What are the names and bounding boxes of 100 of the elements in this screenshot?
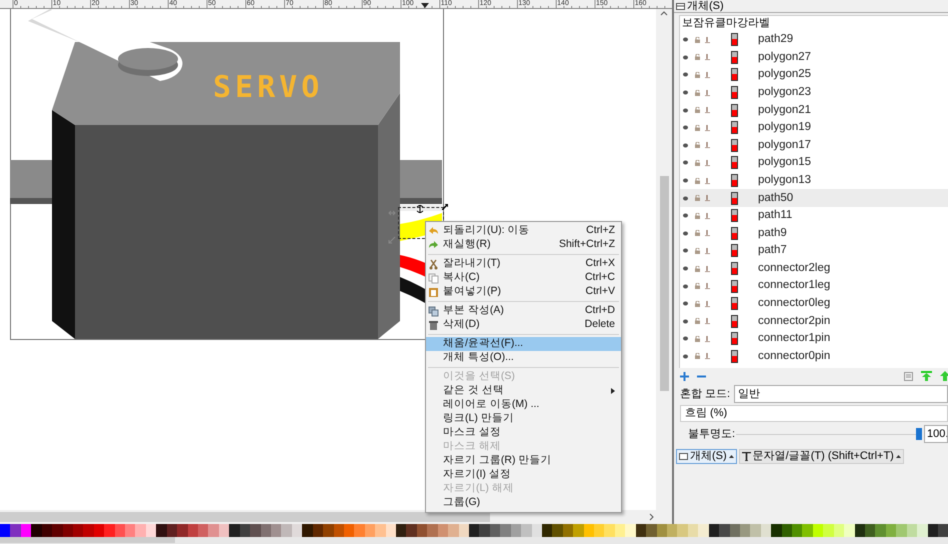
object-row[interactable]: polygon21 bbox=[680, 101, 948, 119]
object-row[interactable]: polygon19 bbox=[680, 118, 948, 137]
object-row[interactable]: polygon25 bbox=[680, 66, 948, 84]
object-row[interactable]: path9 bbox=[680, 224, 948, 242]
shortcut-text: Ctrl+V bbox=[586, 284, 615, 300]
copy-icon bbox=[428, 272, 439, 284]
layer-thumbnail-icon bbox=[731, 156, 738, 170]
object-row[interactable]: connector0pin bbox=[680, 348, 948, 366]
menu-item[interactable]: 되돌리기(U): 이동 Ctrl+Z bbox=[426, 224, 621, 238]
menu-item[interactable]: 자르기(I) 설정 bbox=[426, 468, 621, 482]
menu-item-label: 링크(L) 만들기 bbox=[443, 411, 515, 426]
dock-tab[interactable]: 개체(S) bbox=[676, 448, 737, 464]
layer-thumbnail-icon bbox=[731, 332, 738, 346]
blend-mode-dropdown[interactable]: 일반 bbox=[734, 385, 948, 403]
column-header: 라벨 bbox=[748, 18, 771, 29]
object-row[interactable]: path50 bbox=[680, 189, 948, 207]
scroll-right-icon[interactable] bbox=[649, 513, 654, 521]
menu-item[interactable]: 채움/윤곽선(F)... bbox=[426, 337, 621, 351]
menu-item[interactable]: 그룹(G) bbox=[426, 496, 621, 510]
panel-icon bbox=[676, 2, 685, 10]
layer-thumbnail-icon bbox=[731, 280, 738, 293]
layer-thumbnail-icon bbox=[731, 50, 738, 64]
object-row[interactable]: connector1pin bbox=[680, 330, 948, 348]
menu-item[interactable]: 부본 작성(A) Ctrl+D bbox=[426, 304, 621, 318]
scale-handle-icon[interactable] bbox=[442, 204, 448, 210]
menu-item-label: 자르기(L) 해제 bbox=[443, 481, 515, 496]
scroll-up-icon[interactable] bbox=[660, 11, 668, 16]
object-row[interactable]: polygon15 bbox=[680, 154, 948, 172]
layer-thumbnail-icon bbox=[731, 192, 738, 205]
layer-thumbnail-icon bbox=[731, 314, 738, 328]
rotate-handle-icon[interactable] bbox=[388, 209, 396, 217]
menu-item[interactable]: 재실행(R) Shift+Ctrl+Z bbox=[426, 238, 621, 252]
dock-tab[interactable]: 문자열/글꼴(T) (Shift+Ctrl+T) bbox=[738, 448, 904, 464]
field-label: 혼합 모드: bbox=[680, 386, 730, 402]
object-row[interactable]: path29 bbox=[680, 31, 948, 49]
menu-item-label: 같은 것 선택 bbox=[443, 383, 505, 398]
trash-icon bbox=[428, 320, 439, 330]
menu-item[interactable]: 붙여넣기(P) Ctrl+V bbox=[426, 285, 621, 299]
shortcut-text: Ctrl+D bbox=[584, 303, 615, 318]
shortcut-text: Ctrl+C bbox=[584, 270, 615, 286]
layer-thumbnail-icon bbox=[731, 138, 738, 152]
menu-item[interactable]: 삭제(D) Delete bbox=[426, 318, 621, 332]
column-header: 클 bbox=[715, 18, 726, 29]
object-label: polygon13 bbox=[758, 172, 812, 188]
object-row[interactable]: polygon23 bbox=[680, 84, 948, 102]
object-row[interactable]: connector2leg bbox=[680, 260, 948, 278]
menu-item[interactable]: 잘라내기(T) Ctrl+X bbox=[426, 257, 621, 271]
layer-thumbnail-icon bbox=[731, 174, 738, 188]
menu-item-label: 붙여넣기(P) bbox=[443, 284, 502, 300]
object-label: path50 bbox=[758, 190, 794, 206]
menu-item[interactable]: 마스크 설정 bbox=[426, 426, 621, 440]
object-label: polygon17 bbox=[758, 138, 812, 153]
slider-thumb[interactable] bbox=[916, 428, 922, 440]
servo-label: SERVO bbox=[213, 73, 324, 103]
opacity-field[interactable]: 100. bbox=[924, 425, 948, 443]
opacity-slider[interactable] bbox=[736, 428, 922, 440]
scrollbar-thumb[interactable] bbox=[0, 512, 490, 522]
object-label: polygon15 bbox=[758, 155, 812, 170]
menu-item[interactable]: 자르기 그룹(R) 만들기 bbox=[426, 454, 621, 468]
document-icon[interactable] bbox=[904, 372, 913, 380]
object-label: polygon21 bbox=[758, 102, 812, 118]
rotate-handle-icon[interactable] bbox=[388, 236, 396, 244]
color-palette[interactable] bbox=[0, 524, 948, 537]
raise-icon[interactable] bbox=[940, 371, 948, 381]
menu-item[interactable]: 개체 특성(O)... bbox=[426, 351, 621, 365]
scale-handle-icon[interactable] bbox=[416, 205, 424, 213]
undo-icon bbox=[428, 226, 439, 236]
menu-item[interactable]: 같은 것 선택 bbox=[426, 384, 621, 398]
object-label: polygon23 bbox=[758, 84, 812, 100]
menu-item[interactable]: 복사(C) Ctrl+C bbox=[426, 271, 621, 285]
add-icon[interactable] bbox=[680, 372, 689, 380]
scrollbar-thumb[interactable] bbox=[660, 176, 668, 391]
menu-item[interactable]: 레이어로 이동(M) ... bbox=[426, 398, 621, 412]
object-label: connector0pin bbox=[758, 348, 830, 364]
object-row[interactable]: connector0leg bbox=[680, 294, 948, 312]
object-row[interactable]: polygon17 bbox=[680, 136, 948, 154]
raise-to-top-icon[interactable] bbox=[921, 371, 932, 381]
clipboard-icon bbox=[428, 286, 439, 298]
object-label: path11 bbox=[758, 208, 792, 224]
menu-item-label: 레이어로 이동(M) ... bbox=[443, 397, 540, 412]
menu-item-label: 이것을 선택(S) bbox=[443, 369, 516, 384]
menu-item-label: 개체 특성(O)... bbox=[443, 350, 515, 366]
menu-item-label: 부본 작성(A) bbox=[443, 303, 505, 318]
object-row[interactable]: connector1leg bbox=[680, 277, 948, 295]
object-row[interactable]: connector2pin bbox=[680, 312, 948, 330]
scrollbar-thumb[interactable] bbox=[0, 537, 175, 543]
object-label: path29 bbox=[758, 32, 794, 48]
blur-expander[interactable]: 흐림 (%) bbox=[680, 405, 948, 422]
object-row[interactable]: polygon13 bbox=[680, 172, 948, 190]
layer-thumbnail-icon bbox=[731, 262, 738, 276]
object-label: polygon19 bbox=[758, 120, 812, 136]
object-row[interactable]: path7 bbox=[680, 242, 948, 260]
menu-item[interactable]: 링크(L) 만들기 bbox=[426, 412, 621, 426]
menu-item-label: 마스크 해제 bbox=[443, 439, 502, 454]
layer-thumbnail-icon bbox=[731, 226, 738, 240]
object-row[interactable]: path11 bbox=[680, 206, 948, 225]
layer-thumbnail-icon bbox=[731, 350, 738, 363]
object-row[interactable]: polygon27 bbox=[680, 48, 948, 66]
field-label: 불투명도: bbox=[688, 426, 734, 442]
text-tool-icon bbox=[742, 452, 751, 460]
